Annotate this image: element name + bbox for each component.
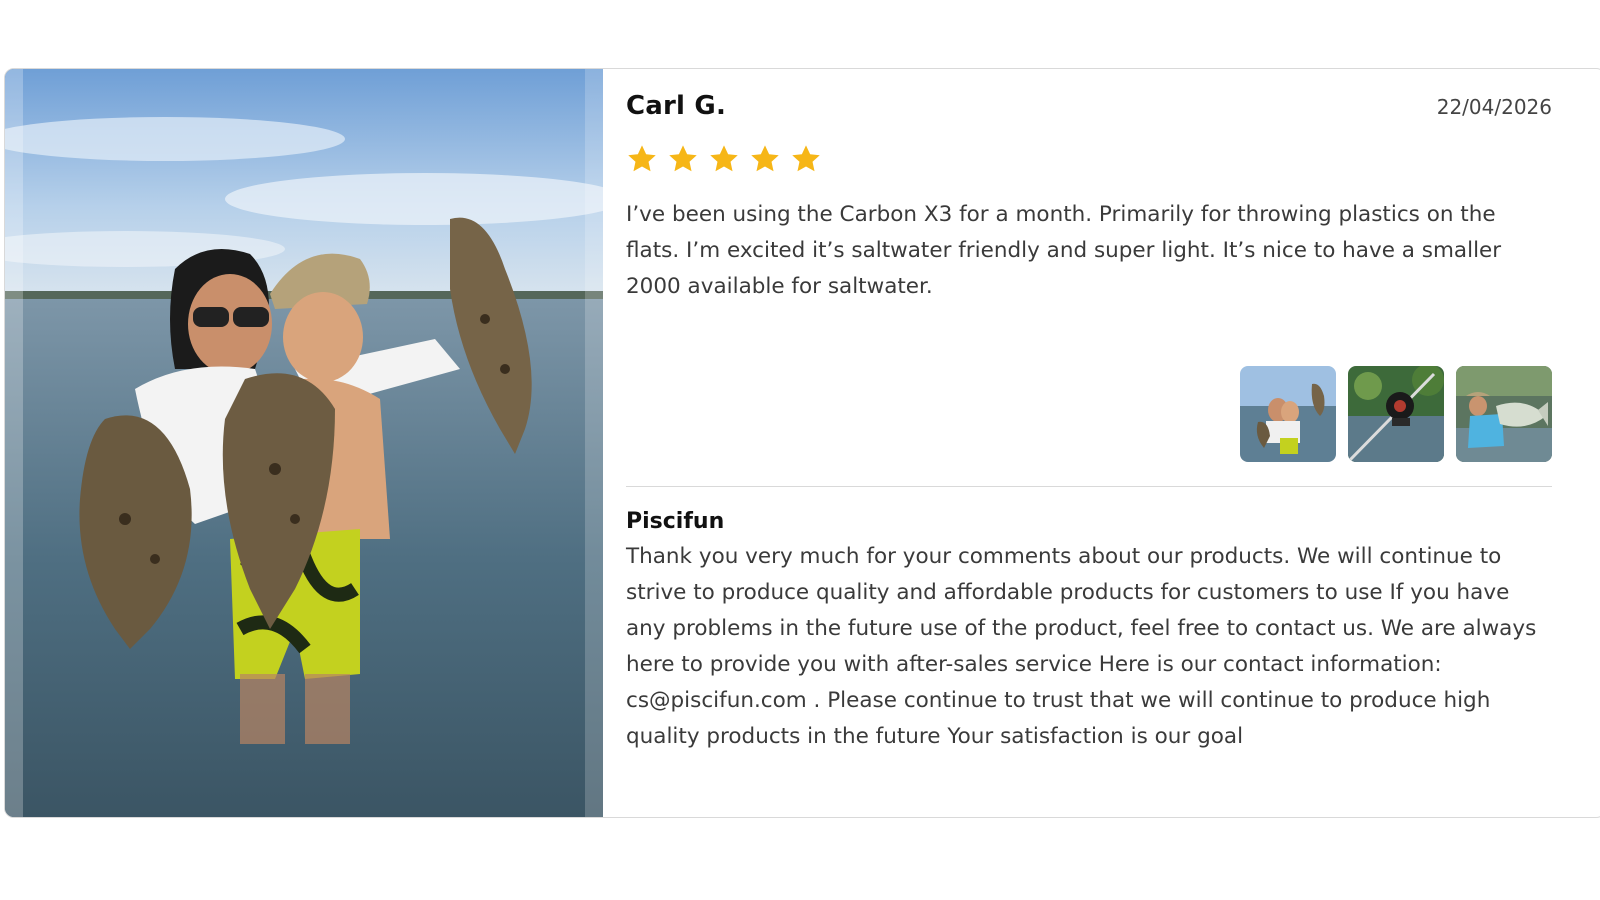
- star-icon: [710, 145, 738, 172]
- review-photo-thumbnails: [1240, 366, 1552, 462]
- angler-fish-catch-photo-thumbnail[interactable]: [1456, 366, 1552, 462]
- star-icon: [751, 145, 779, 172]
- review-main-photo-image: [5, 69, 603, 817]
- reply-author: Piscifun: [626, 509, 725, 534]
- review-date: 22/04/2026: [1436, 95, 1552, 119]
- thumbnail-image: [1456, 366, 1552, 462]
- thumbnail-image: [1348, 366, 1444, 462]
- reply-text: Thank you very much for your comments ab…: [626, 544, 1537, 749]
- thumbnail-image: [1240, 366, 1336, 462]
- fishing-reel-photo-thumbnail[interactable]: [1348, 366, 1444, 462]
- review-card: Carl G. 22/04/2026 I’ve been using the C…: [4, 68, 1600, 818]
- star-rating: [626, 143, 822, 175]
- reviewer-name: Carl G.: [626, 91, 727, 121]
- star-icon: [669, 145, 697, 172]
- reply-divider: [626, 486, 1552, 487]
- family-flounder-photo-thumbnail[interactable]: [1240, 366, 1336, 462]
- review-main-photo[interactable]: [5, 69, 603, 817]
- review-text: I’ve been using the Carbon X3 for a mont…: [626, 202, 1502, 299]
- star-icon: [628, 145, 656, 172]
- review-content: Carl G. 22/04/2026 I’ve been using the C…: [626, 69, 1552, 817]
- star-icon: [792, 145, 820, 172]
